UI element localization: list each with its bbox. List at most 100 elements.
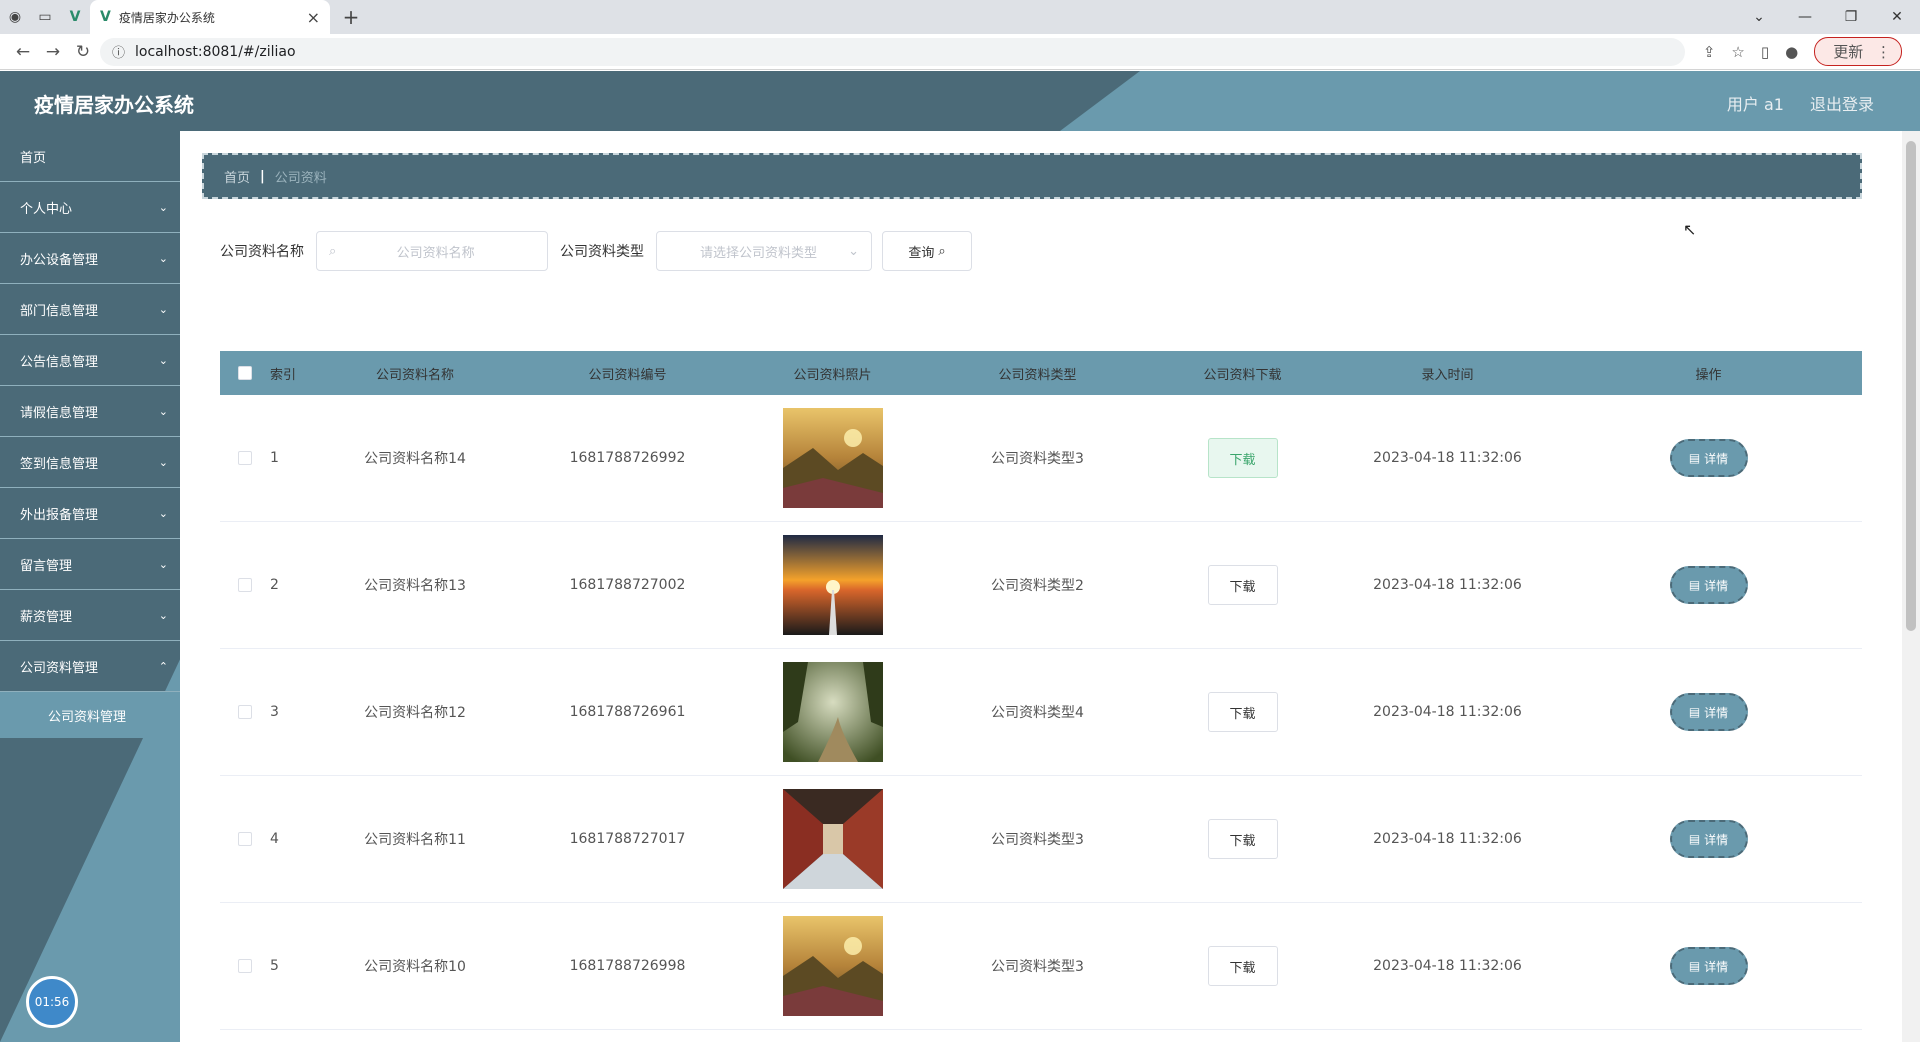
select-all-checkbox[interactable]: [238, 366, 252, 380]
sidebar-item-checkin[interactable]: 签到信息管理 ⌄: [0, 437, 180, 488]
detail-button[interactable]: ▤ 详情: [1669, 947, 1748, 985]
sidebar-item-message[interactable]: 留言管理 ⌄: [0, 539, 180, 590]
sidebar-item-department[interactable]: 部门信息管理 ⌄: [0, 284, 180, 335]
sidebar-item-leave[interactable]: 请假信息管理 ⌄: [0, 386, 180, 437]
chevron-down-icon: ⌄: [848, 243, 859, 259]
row-photo-mountain[interactable]: [782, 916, 883, 1016]
breadcrumb-home[interactable]: 首页: [224, 167, 250, 186]
header-operation: 操作: [1695, 367, 1722, 383]
download-button[interactable]: 下载: [1207, 438, 1278, 478]
profile-icon[interactable]: ●: [1785, 43, 1798, 61]
table-row: 3 公司资料名称12 1681788726961 公司资料类型4 下载 2023…: [220, 649, 1862, 776]
row-code: 1681788727017: [569, 831, 686, 847]
browser-tab-active[interactable]: V 疫情居家办公系统 ×: [90, 0, 330, 34]
sidebar-toggle-icon[interactable]: ▯: [1761, 43, 1769, 61]
vue-tab-icon[interactable]: V: [60, 0, 90, 34]
type-select[interactable]: 请选择公司资料类型 ⌄: [656, 231, 872, 271]
url-field[interactable]: ⓘ localhost:8081/#/ziliao: [100, 37, 1685, 66]
name-search-label: 公司资料名称: [220, 244, 304, 260]
type-select-placeholder: 请选择公司资料类型: [700, 245, 818, 261]
row-name: 公司资料名称12: [364, 705, 466, 721]
detail-button[interactable]: ▤ 详情: [1669, 566, 1748, 604]
breadcrumb: 首页 | 公司资料: [202, 153, 1862, 199]
sidebar: 首页 个人中心 ⌄ 办公设备管理 ⌄ 部门信息管理 ⌄ 公告信息管理 ⌄ 请假信息管理 ⌄…: [0, 131, 180, 1042]
back-button[interactable]: ←: [10, 42, 36, 62]
sidebar-item-label: 请假信息管理: [20, 405, 99, 421]
mouse-cursor-icon: ↖: [1683, 220, 1697, 239]
search-icon: ⌕: [329, 243, 337, 259]
row-checkbox[interactable]: [238, 578, 252, 592]
restore-button[interactable]: ❐: [1828, 9, 1874, 25]
scrollbar-thumb[interactable]: [1906, 141, 1916, 631]
document-icon: ▤: [1688, 832, 1701, 846]
detail-label: 详情: [1704, 959, 1729, 974]
vue-logo-icon: V: [100, 9, 111, 25]
row-photo-corridor[interactable]: [782, 789, 883, 889]
download-button[interactable]: 下载: [1207, 692, 1278, 732]
download-button[interactable]: 下载: [1207, 819, 1278, 859]
detail-button[interactable]: ▤ 详情: [1669, 820, 1748, 858]
chevron-down-icon[interactable]: ⌄: [1736, 9, 1782, 25]
download-button[interactable]: 下载: [1207, 565, 1278, 605]
table-row: 2 公司资料名称13 1681788727002 公司资料类型2 下载 2023…: [220, 522, 1862, 649]
row-checkbox[interactable]: [238, 959, 252, 973]
table-header: 索引 公司资料名称 公司资料编号 公司资料照片 公司资料类型 公司资料下载 录入…: [220, 351, 1862, 395]
sidebar-item-personal[interactable]: 个人中心 ⌄: [0, 182, 180, 233]
new-tab-button[interactable]: +: [336, 5, 366, 29]
sidebar-item-label: 公司资料管理: [20, 660, 99, 676]
row-checkbox[interactable]: [238, 451, 252, 465]
blank-tab-icon[interactable]: ▭: [30, 0, 60, 34]
row-index: 4: [270, 831, 279, 847]
close-window-button[interactable]: ✕: [1874, 9, 1920, 25]
detail-button[interactable]: ▤ 详情: [1669, 439, 1748, 477]
row-code: 1681788726998: [569, 958, 686, 974]
app-header: 疫情居家办公系统 用户 a1 退出登录: [0, 71, 1920, 131]
star-icon[interactable]: ☆: [1731, 43, 1744, 61]
query-button[interactable]: 查询 ⌕: [882, 231, 972, 271]
sidebar-item-equipment[interactable]: 办公设备管理 ⌄: [0, 233, 180, 284]
info-icon[interactable]: ⓘ: [112, 42, 125, 61]
query-label: 查询: [908, 245, 935, 261]
row-checkbox[interactable]: [238, 705, 252, 719]
sidebar-item-company-docs[interactable]: 公司资料管理 ⌃: [0, 641, 180, 692]
document-icon: ▤: [1688, 578, 1701, 592]
logout-button[interactable]: 退出登录: [1810, 91, 1874, 115]
reload-button[interactable]: ↻: [70, 42, 96, 62]
row-photo-forest-path[interactable]: [782, 662, 883, 762]
sidebar-subitem-company-docs[interactable]: 公司资料管理: [0, 692, 180, 738]
forward-button[interactable]: →: [40, 42, 66, 62]
document-icon: ▤: [1688, 959, 1701, 973]
detail-label: 详情: [1704, 578, 1729, 593]
detail-button[interactable]: ▤ 详情: [1669, 693, 1748, 731]
page-scrollbar[interactable]: [1902, 131, 1920, 1042]
download-button[interactable]: 下载: [1207, 946, 1278, 986]
row-time: 2023-04-18 11:32:06: [1373, 704, 1522, 720]
header-photo: 公司资料照片: [793, 367, 872, 383]
sidebar-item-outing[interactable]: 外出报备管理 ⌄: [0, 488, 180, 539]
tab-title: 疫情居家办公系统: [118, 10, 215, 25]
close-icon[interactable]: ×: [307, 8, 320, 27]
row-name: 公司资料名称10: [364, 959, 466, 975]
update-button[interactable]: 更新 ⋮: [1814, 37, 1902, 66]
sidebar-item-salary[interactable]: 薪资管理 ⌄: [0, 590, 180, 641]
search-form: 公司资料名称 ⌕ 公司资料名称 公司资料类型 请选择公司资料类型 ⌄ 查询 ⌕: [220, 231, 972, 271]
sidebar-item-home[interactable]: 首页: [0, 131, 180, 182]
row-photo-mountain[interactable]: [782, 408, 883, 508]
name-search-input[interactable]: ⌕ 公司资料名称: [316, 231, 548, 271]
row-photo-sunset-road[interactable]: [782, 535, 883, 635]
row-code: 1681788726992: [569, 450, 686, 466]
chevron-up-icon: ⌃: [158, 659, 168, 673]
share-icon[interactable]: ⇪: [1703, 43, 1716, 61]
sidebar-item-label: 个人中心: [20, 201, 73, 217]
search-icon: ⌕: [938, 243, 946, 259]
minimize-button[interactable]: —: [1782, 9, 1828, 25]
globe-icon[interactable]: ◉: [0, 0, 30, 34]
row-type: 公司资料类型2: [991, 578, 1084, 594]
timer-badge[interactable]: 01:56: [26, 976, 78, 1028]
row-checkbox[interactable]: [238, 832, 252, 846]
table-row: 5 公司资料名称10 1681788726998 公司资料类型3 下载 2023…: [220, 903, 1862, 1030]
sidebar-item-notice[interactable]: 公告信息管理 ⌄: [0, 335, 180, 386]
detail-label: 详情: [1704, 451, 1729, 466]
document-icon: ▤: [1688, 705, 1701, 719]
main-content: 首页 | 公司资料 公司资料名称 ⌕ 公司资料名称 公司资料类型 请选择公司资料…: [180, 131, 1902, 1042]
